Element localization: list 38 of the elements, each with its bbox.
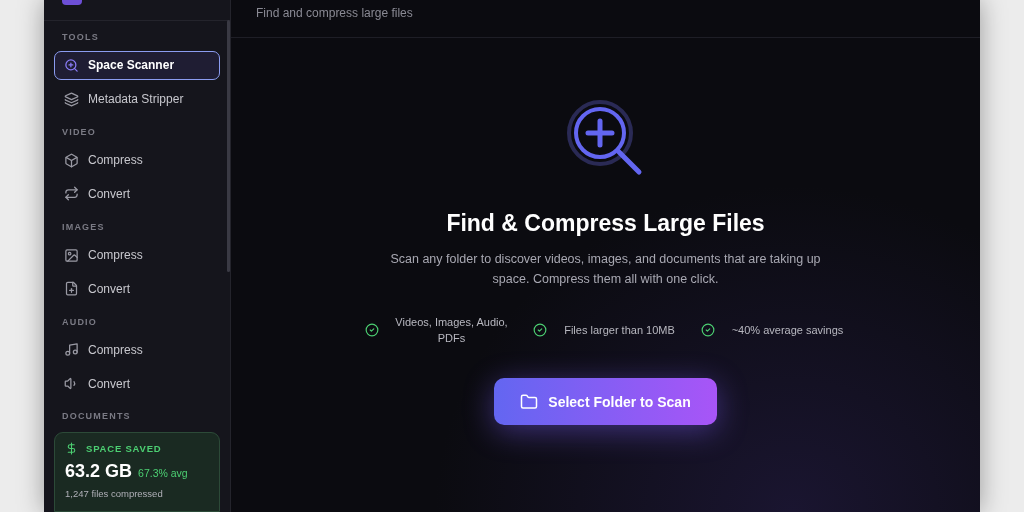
hero-title: Find & Compress Large Files: [446, 210, 765, 237]
hero-description: Scan any folder to discover videos, images, and documents that are taking up space. Compress them all with one click.: [389, 251, 822, 288]
file-plus-icon: [64, 281, 79, 297]
feature-text: ~40% average savings: [730, 323, 845, 338]
feature-text: Files larger than 10MB: [563, 323, 676, 338]
folder-icon: [520, 392, 539, 411]
sidebar-item[interactable]: Compress: [54, 145, 220, 176]
check-icon: [364, 323, 379, 337]
sidebar-item[interactable]: Compress: [54, 335, 220, 365]
section-label: TOOLS: [61, 31, 100, 44]
sidebar-item[interactable]: Metadata Stripper: [54, 84, 220, 114]
logo-icon: [62, 0, 82, 5]
check-icon: [532, 323, 547, 337]
music-note-icon: [64, 342, 79, 358]
layers-icon: [64, 91, 79, 107]
check-icon: [700, 323, 715, 337]
select-folder-button[interactable]: Select Folder to Scan: [494, 378, 717, 425]
saved-amount: 63.2 GB: [65, 461, 133, 482]
card-title: SPACE SAVED: [86, 443, 162, 454]
feature-text: Videos, Images, Audio, PDFs: [394, 315, 509, 346]
page-subtitle: Find and compress large files: [256, 6, 413, 20]
sidebar-item[interactable]: Convert: [54, 368, 220, 399]
files-count: 1,247 files compressed: [65, 488, 164, 499]
repeat-arrows-icon: [64, 186, 79, 202]
image-icon: [64, 247, 79, 263]
sidebar-item[interactable]: Convert: [54, 273, 220, 304]
sidebar-item[interactable]: Compress: [54, 240, 220, 270]
section-label: VIDEO: [61, 125, 97, 139]
sidebar-item[interactable]: Space Scanner: [54, 50, 220, 81]
zoom-in-icon: [64, 57, 79, 73]
section-label: AUDIO: [61, 315, 98, 329]
section-label: IMAGES: [61, 220, 106, 234]
sidebar-item[interactable]: Convert: [54, 179, 220, 209]
section-label: DOCUMENTS: [61, 410, 132, 424]
cube-icon: [64, 152, 79, 168]
dollar-icon: [65, 442, 78, 455]
average-percent: 67.3% avg: [138, 467, 188, 479]
scrollbar[interactable]: [227, 20, 230, 272]
